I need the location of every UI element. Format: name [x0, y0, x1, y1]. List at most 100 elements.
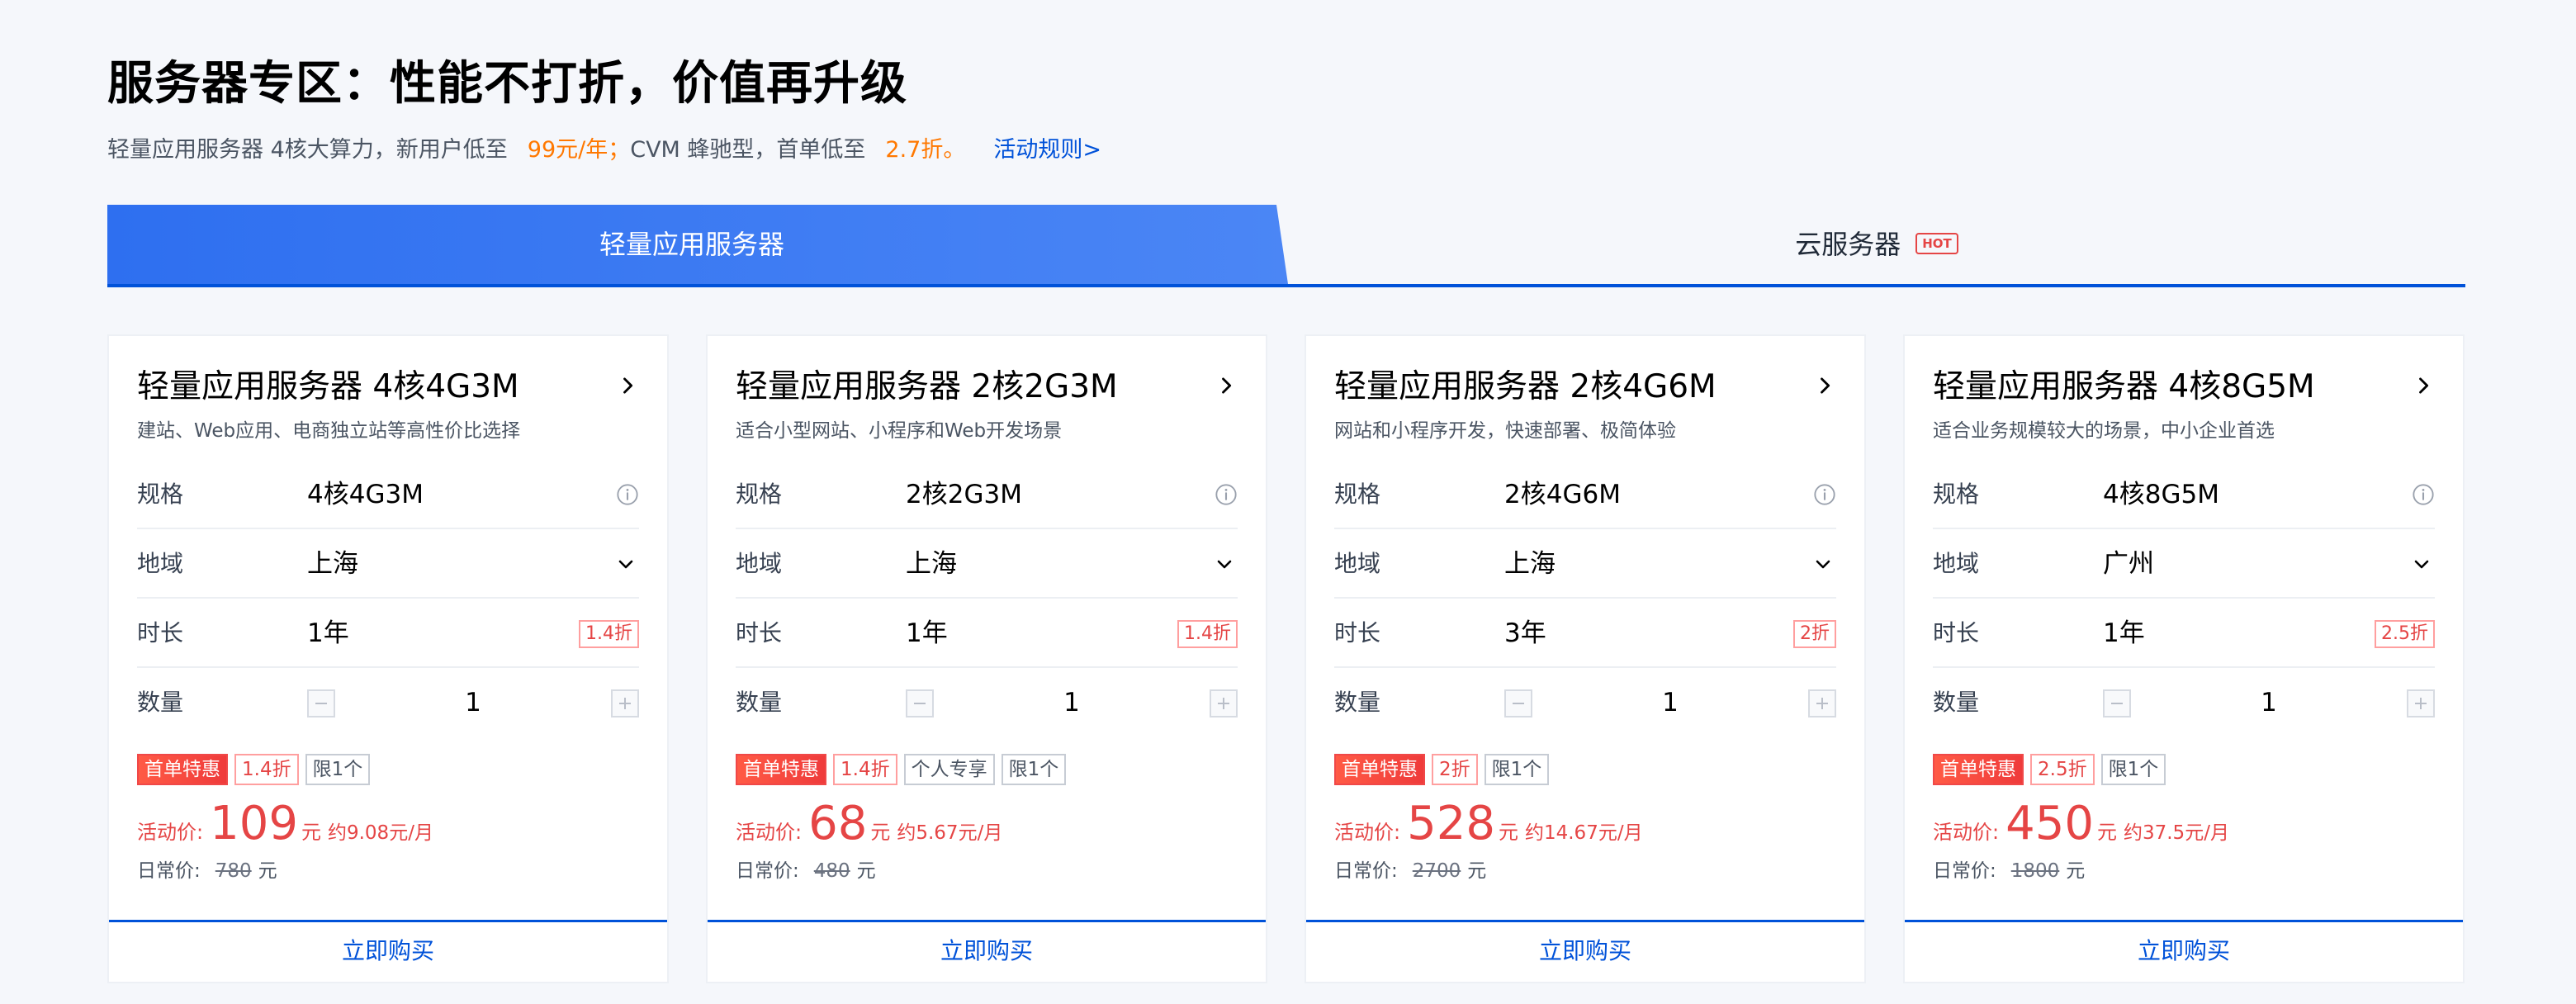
card-title: 轻量应用服务器 2核4G6M	[1334, 368, 1717, 405]
quantity-increase-button[interactable]	[2407, 689, 2435, 717]
chevron-down-icon[interactable]	[1813, 554, 1833, 574]
region-label: 地域	[1933, 550, 1980, 577]
promo-tags: 首单特惠 2折 限1个	[1334, 754, 1836, 785]
tab-cloud-server[interactable]: 云服务器 HOT	[1288, 205, 2465, 284]
subtitle-highlight-discount: 2.7折。	[885, 137, 966, 163]
chevron-down-icon[interactable]	[1215, 554, 1234, 574]
card-description: 网站和小程序开发，快速部署、极简体验	[1334, 420, 1676, 442]
regular-price-unit: 元	[2066, 860, 2086, 882]
quantity-label: 数量	[736, 689, 783, 716]
activity-price-value: 528	[1407, 797, 1495, 850]
duration-row: 时长 1年 1.4折	[137, 599, 639, 668]
quantity-decrease-button[interactable]	[2103, 689, 2131, 717]
duration-label: 时长	[137, 619, 184, 646]
regular-price: 日常价: 1800 元	[1933, 855, 2435, 883]
activity-price-label: 活动价:	[137, 821, 204, 844]
quantity-row: 数量 1	[1334, 668, 1836, 737]
card-title: 轻量应用服务器 4核4G3M	[137, 368, 519, 405]
promo-tag: 2.5折	[2030, 754, 2095, 785]
duration-discount-badge: 1.4折	[579, 620, 639, 648]
card-header: 轻量应用服务器 2核4G6M 网站和小程序开发，快速部署、极简体验	[1306, 336, 1864, 445]
subtitle-separator: ；	[608, 137, 631, 163]
quantity-label: 数量	[1933, 689, 1980, 716]
regular-price-label: 日常价:	[736, 860, 799, 882]
activity-price-unit: 元	[870, 821, 891, 844]
chevron-down-icon[interactable]	[2412, 554, 2432, 574]
regular-price-unit: 元	[856, 860, 876, 882]
activity-price: 活动价: 528 元约14.67元/月	[1334, 797, 1836, 850]
monthly-price: 约14.67元/月	[1524, 822, 1643, 844]
activity-price: 活动价: 450 元约37.5元/月	[1933, 797, 2435, 850]
promo-tag: 限1个	[1484, 754, 1550, 785]
regular-price-value: 2700	[1412, 860, 1461, 882]
chevron-right-icon[interactable]	[2412, 374, 2435, 397]
monthly-price: 约5.67元/月	[897, 822, 1003, 844]
monthly-price: 约37.5元/月	[2123, 822, 2229, 844]
region-select[interactable]: 地域 上海	[736, 529, 1238, 599]
promo-tag: 限1个	[305, 754, 371, 785]
spec-value: 4核4G3M	[307, 480, 424, 509]
quantity-row: 数量 1	[736, 668, 1238, 737]
quantity-value[interactable]: 1	[934, 668, 1210, 737]
quantity-increase-button[interactable]	[1210, 689, 1238, 717]
quantity-value[interactable]: 1	[1532, 668, 1808, 737]
duration-label: 时长	[1334, 619, 1381, 646]
region-select[interactable]: 地域 广州	[1933, 529, 2435, 599]
info-icon[interactable]	[1813, 483, 1836, 506]
duration-discount-badge: 1.4折	[1177, 620, 1238, 648]
activity-price-value: 450	[2005, 797, 2094, 850]
info-icon[interactable]	[1215, 483, 1238, 506]
quantity-decrease-button[interactable]	[307, 689, 335, 717]
regular-price-unit: 元	[1467, 860, 1487, 882]
quantity-row: 数量 1	[1933, 668, 2435, 737]
activity-rules-link[interactable]: 活动规则>	[993, 137, 1101, 163]
activity-price-unit: 元	[1498, 821, 1518, 844]
duration-row: 时长 3年 2折	[1334, 599, 1836, 668]
buy-now-button[interactable]: 立即购买	[1905, 920, 2463, 982]
chevron-right-icon[interactable]	[616, 374, 639, 397]
spec-row: 规格 2核4G6M	[1334, 460, 1836, 529]
promo-tag: 1.4折	[833, 754, 897, 785]
info-icon[interactable]	[2412, 483, 2435, 506]
chevron-right-icon[interactable]	[1215, 374, 1238, 397]
chevron-right-icon[interactable]	[1813, 374, 1836, 397]
promo-tag: 首单特惠	[736, 754, 826, 785]
quantity-increase-button[interactable]	[611, 689, 639, 717]
activity-price-unit: 元	[2096, 821, 2117, 844]
subtitle-highlight-price: 99元/年	[527, 137, 608, 163]
duration-row: 时长 1年 1.4折	[736, 599, 1238, 668]
card-config: 规格 2核2G3M 地域 上海 时长 1年 1.4折 数量 1	[736, 460, 1238, 737]
activity-price-label: 活动价:	[1334, 821, 1401, 844]
duration-value: 1年	[2103, 618, 2145, 648]
card-header: 轻量应用服务器 2核2G3M 适合小型网站、小程序和Web开发场景	[708, 336, 1266, 445]
region-select[interactable]: 地域 上海	[1334, 529, 1836, 599]
promo-tag: 2折	[1432, 754, 1478, 785]
card-description: 建站、Web应用、电商独立站等高性价比选择	[137, 420, 521, 442]
quantity-decrease-button[interactable]	[1504, 689, 1532, 717]
info-icon[interactable]	[616, 483, 639, 506]
card-config: 规格 4核4G3M 地域 上海 时长 1年 1.4折 数量 1	[137, 460, 639, 737]
tab-lighthouse-server[interactable]: 轻量应用服务器	[107, 205, 1288, 284]
regular-price-unit: 元	[258, 860, 277, 882]
activity-price-label: 活动价:	[736, 821, 803, 844]
quantity-value[interactable]: 1	[335, 668, 611, 737]
quantity-row: 数量 1	[137, 668, 639, 737]
spec-value: 2核4G6M	[1504, 480, 1621, 509]
promo-tag: 首单特惠	[137, 754, 228, 785]
region-value: 上海	[1504, 549, 1556, 579]
promo-subtitle: 轻量应用服务器 4核大算力，新用户低至 99元/年；CVM 蜂驰型，首单低至 2.7…	[107, 134, 2469, 167]
quantity-decrease-button[interactable]	[906, 689, 934, 717]
product-tabs: 轻量应用服务器 云服务器 HOT	[107, 205, 2465, 287]
quantity-value[interactable]: 1	[2131, 668, 2407, 737]
card-description: 适合业务规模较大的场景，中小企业首选	[1933, 420, 2275, 442]
region-select[interactable]: 地域 上海	[137, 529, 639, 599]
buy-now-button[interactable]: 立即购买	[708, 920, 1266, 982]
buy-now-button[interactable]: 立即购买	[1306, 920, 1864, 982]
buy-now-button[interactable]: 立即购买	[109, 920, 667, 982]
activity-price-label: 活动价:	[1933, 821, 2000, 844]
spec-row: 规格 4核4G3M	[137, 460, 639, 529]
region-label: 地域	[137, 550, 184, 577]
chevron-down-icon[interactable]	[616, 554, 636, 574]
promo-tag: 限1个	[2100, 754, 2166, 785]
quantity-increase-button[interactable]	[1808, 689, 1836, 717]
